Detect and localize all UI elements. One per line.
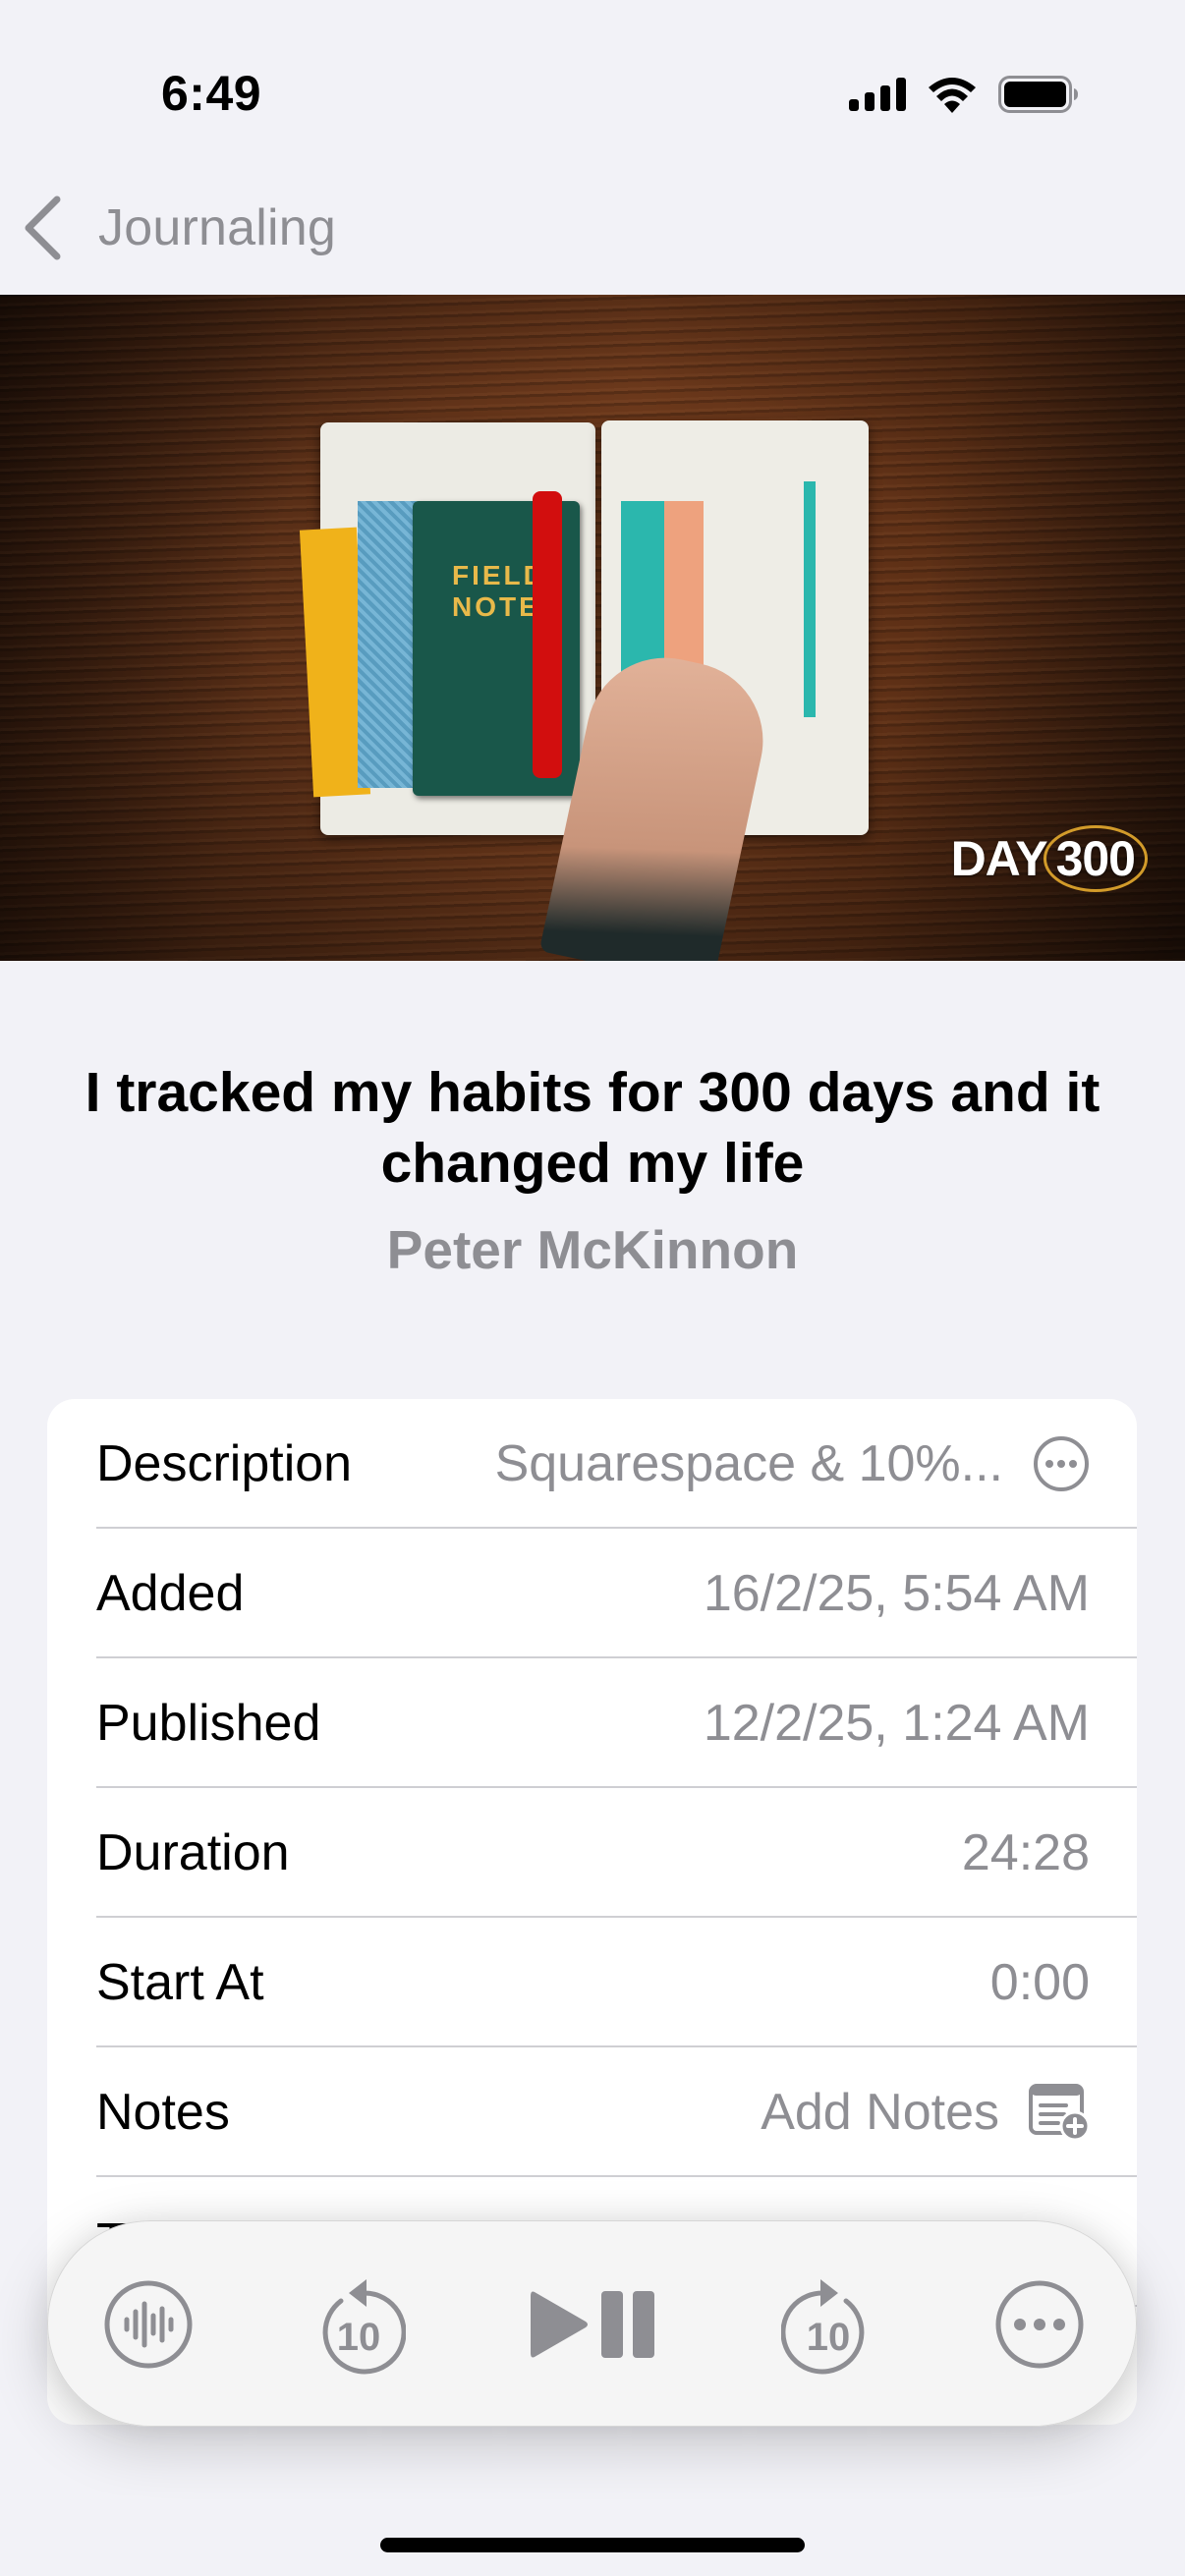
detail-row-start-at[interactable]: Start At 0:00 [47, 1918, 1137, 2047]
ellipsis-circle-icon [994, 2279, 1085, 2370]
detail-value: 24:28 [962, 1823, 1090, 1882]
battery-icon [998, 76, 1079, 113]
detail-row-added: Added 16/2/25, 5:54 AM [47, 1529, 1137, 1658]
detail-row-published: Published 12/2/25, 1:24 AM [47, 1658, 1137, 1788]
episode-title: I tracked my habits for 300 days and it … [85, 1061, 1100, 1195]
add-notes-link[interactable]: Add Notes [761, 2083, 999, 2142]
mini-player: 10 10 [47, 2220, 1137, 2427]
note-add-icon[interactable] [1029, 2084, 1090, 2141]
detail-row-duration: Duration 24:28 [47, 1788, 1137, 1918]
episode-artwork: FIELD NOTES DAY 300 [0, 295, 1185, 961]
detail-value: Add Notes [761, 2083, 1090, 2142]
status-icons [849, 75, 1079, 114]
play-pause-icon [529, 2290, 658, 2359]
detail-label: Description [96, 1435, 353, 1492]
wifi-icon [928, 76, 977, 113]
chevron-left-icon [22, 196, 63, 260]
goforward-10-icon: 10 [781, 2273, 875, 2376]
added-date: 16/2/25, 5:54 AM [703, 1565, 1090, 1622]
ellipsis-circle-icon[interactable] [1033, 1435, 1090, 1492]
episode-author[interactable]: Peter McKinnon [0, 1218, 1185, 1281]
duration-value: 24:28 [961, 1824, 1090, 1881]
detail-label: Added [96, 1565, 245, 1622]
back-button[interactable]: Journaling [22, 187, 336, 269]
artwork-habit-column [804, 481, 816, 717]
detail-value: 0:00 [990, 1953, 1090, 2012]
episode-details-screen: 6:49 Journaling FIELD NOTES DAY 300 I tr… [0, 0, 1185, 2576]
artwork-day-text: DAY [950, 831, 1048, 886]
status-time: 6:49 [161, 66, 262, 121]
detail-label: Duration [96, 1824, 290, 1881]
skip-forward-seconds: 10 [807, 2316, 851, 2359]
detail-value: 16/2/25, 5:54 AM [704, 1564, 1090, 1623]
home-indicator[interactable] [380, 2538, 805, 2552]
cellular-signal-icon [849, 78, 906, 111]
detail-row-description[interactable]: Description Squarespace & 10%... [47, 1399, 1137, 1529]
detail-row-notes[interactable]: Notes Add Notes [47, 2047, 1137, 2177]
description-preview: Squarespace & 10%... [494, 1435, 1003, 1492]
artwork-day-badge: DAY 300 [951, 825, 1148, 892]
more-button[interactable] [992, 2221, 1087, 2428]
gobackward-10-icon: 10 [311, 2273, 406, 2376]
skip-back-button[interactable]: 10 [310, 2221, 408, 2428]
skip-back-seconds: 10 [337, 2316, 381, 2359]
detail-value: 12/2/25, 1:24 AM [704, 1694, 1090, 1753]
start-at-value: 0:00 [989, 1954, 1090, 2011]
skip-forward-button[interactable]: 10 [779, 2221, 877, 2428]
artwork-red-pen [533, 491, 562, 778]
play-pause-button[interactable] [525, 2221, 662, 2428]
published-date: 12/2/25, 1:24 AM [703, 1695, 1090, 1752]
artwork-day-number: 300 [1043, 825, 1148, 892]
detail-value: Squarespace & 10%... [495, 1434, 1090, 1493]
waveform-button[interactable] [101, 2221, 196, 2428]
back-label: Journaling [98, 199, 336, 256]
waveform-circle-icon [103, 2279, 194, 2370]
detail-label: Published [96, 1695, 321, 1752]
detail-label: Start At [96, 1954, 264, 2011]
detail-label: Notes [96, 2084, 230, 2141]
